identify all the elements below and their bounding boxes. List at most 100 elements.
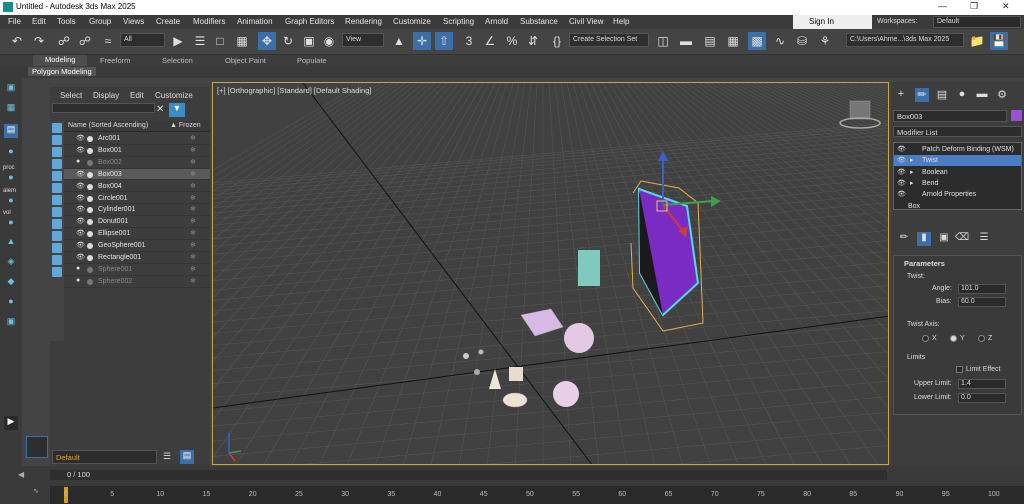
freeze-icon[interactable]: ❄ [190,241,196,249]
freeze-icon[interactable]: ❄ [190,170,196,178]
filter-all-icon[interactable] [52,267,62,277]
layer-explorer-icon[interactable]: ▦ [724,32,742,50]
selection-set-select[interactable]: Create Selection Set [569,33,649,47]
track-bar[interactable]: 0 5 10 15 20 25 30 35 40 45 50 55 60 65 70 75 80 85 90 95 10… [50,486,1024,504]
scene-search-input[interactable] [52,103,155,113]
menu-animation[interactable]: Animation [237,17,273,26]
select-by-name-icon[interactable]: ☰ [191,32,209,50]
scene-row[interactable]: 👁 Box001 ❄ [64,145,210,157]
menu-create[interactable]: Create [156,17,180,26]
small-object-2[interactable] [474,369,480,375]
clear-search-icon[interactable]: ✕ [156,104,164,115]
display-tab-icon[interactable]: ▬ [975,88,989,102]
parameters-title[interactable]: Parameters [904,259,945,268]
percent-snap-icon[interactable]: % [503,32,521,50]
filter-containers-icon[interactable] [52,231,62,241]
select-manipulate-icon[interactable]: ✛ [413,32,431,50]
modifier-eye-icon[interactable]: 👁 [897,168,906,176]
scene-row[interactable]: 👁 Circle001 ❄ [64,193,210,205]
visibility-eye-icon[interactable]: 👁 [76,194,85,202]
modifier-stack-item[interactable]: 👁 Patch Deform Binding (WSM) [894,144,1021,155]
render-dot-icon[interactable] [87,159,93,166]
menu-civil-view[interactable]: Civil View [569,17,604,26]
scene-row[interactable]: ● Sphere001 ❄ [64,264,210,276]
scene-row[interactable]: ● Sphere002 ❄ [64,276,210,288]
scene-row[interactable]: ● Box002 ❄ [64,157,210,169]
viewport-thumb-icon[interactable] [26,436,48,458]
volume-icon[interactable]: ● [4,217,18,231]
modifier-list-select[interactable]: Modifier List [893,126,1022,137]
viewcube[interactable] [849,100,871,120]
material-editor-icon[interactable]: ⚘ [816,32,834,50]
mini-curve-icon[interactable]: ∿ [33,487,39,495]
se-menu-select[interactable]: Select [60,91,82,100]
freeze-icon[interactable]: ❄ [190,253,196,261]
redo-icon[interactable]: ↷ [30,32,48,50]
layer-stack-icon[interactable]: ☰ [163,451,175,463]
menu-scripting[interactable]: Scripting [443,17,474,26]
freeze-icon[interactable]: ❄ [190,205,196,213]
scene-row[interactable]: 👁 Box003 ❄ [64,168,210,181]
select-object-icon[interactable]: ▶ [169,32,187,50]
visibility-eye-icon[interactable]: 👁 [76,134,85,142]
light-icon[interactable]: ● [4,146,18,160]
visibility-eye-icon[interactable]: ● [76,158,80,165]
spinner-snap-icon[interactable]: ⇵ [524,32,542,50]
cylinder-object[interactable] [509,367,523,381]
scene-row[interactable]: 👁 Cylinder001 ❄ [64,204,210,217]
modifier-eye-icon[interactable]: 👁 [897,156,906,164]
small-object-3[interactable] [478,349,484,355]
menu-group[interactable]: Group [89,17,111,26]
freeze-icon[interactable]: ❄ [190,277,196,285]
mirror-icon[interactable]: ◫ [654,32,672,50]
time-slider[interactable]: 0 / 100 [50,470,887,480]
move-icon[interactable]: ✥ [258,32,276,50]
filter-helpers-icon[interactable] [52,171,62,181]
utilities-tab-icon[interactable]: ⚙ [995,88,1009,102]
angle-snap-icon[interactable]: ∠ [481,32,499,50]
pivot-icon[interactable]: ▲ [390,32,408,50]
curve-editor-icon[interactable]: ∿ [771,32,789,50]
render-dot-icon[interactable] [87,147,93,154]
tab-modeling[interactable]: Modeling [33,55,88,66]
menu-arnold[interactable]: Arnold [485,17,508,26]
tab-object-paint[interactable]: Object Paint [225,56,266,65]
visibility-eye-icon[interactable]: 👁 [76,146,85,154]
edit-named-sets-icon[interactable]: {} [548,32,566,50]
filter-shapes-icon[interactable] [52,135,62,145]
configure-sets-icon[interactable]: ☰ [977,232,991,246]
modifier-expand-icon[interactable]: ▸ [910,168,914,176]
menu-substance[interactable]: Substance [520,17,558,26]
filter-spacewarps-icon[interactable] [52,183,62,193]
angle-input[interactable]: 101.0 [958,284,1006,294]
undo-icon[interactable]: ↶ [8,32,26,50]
align-icon[interactable]: ▬ [677,32,695,50]
modifier-eye-icon[interactable]: 👁 [897,190,906,198]
menu-tools[interactable]: Tools [57,17,76,26]
close-icon[interactable]: ✕ [1002,1,1010,12]
modifier-stack-item[interactable]: 👁 ▸ Boolean [894,167,1021,178]
toolbox-icon[interactable]: ▣ [4,316,18,330]
ribbon-toggle-icon[interactable]: ▩ [748,32,766,50]
render-dot-icon[interactable] [87,243,93,250]
visibility-eye-icon[interactable]: 👁 [76,241,85,249]
polygon-modeling-label[interactable]: Polygon Modeling [28,67,96,76]
freeze-icon[interactable]: ❄ [190,146,196,154]
freeze-icon[interactable]: ❄ [190,182,196,190]
render-dot-icon[interactable] [87,278,93,285]
render-dot-icon[interactable] [87,266,93,273]
rotate-icon[interactable]: ↻ [279,32,297,50]
render-dot-icon[interactable] [87,183,93,190]
hierarchy-tab-icon[interactable]: ▤ [935,88,949,102]
modifier-eye-icon[interactable]: 👁 [897,145,906,153]
schematic-view-icon[interactable]: ⛁ [793,32,811,50]
modifier-stack-item[interactable]: 👁 Arnold Properties [894,189,1021,200]
drop-icon[interactable]: ● [4,296,18,310]
reference-coord-select[interactable]: View [342,33,384,47]
menu-help[interactable]: Help [613,17,629,26]
object-name-field[interactable]: Box003 [893,110,1007,122]
menu-views[interactable]: Views [123,17,144,26]
filter-geometry-icon[interactable] [52,123,62,133]
geosphere-object[interactable] [553,381,579,407]
render-dot-icon[interactable] [87,207,93,214]
